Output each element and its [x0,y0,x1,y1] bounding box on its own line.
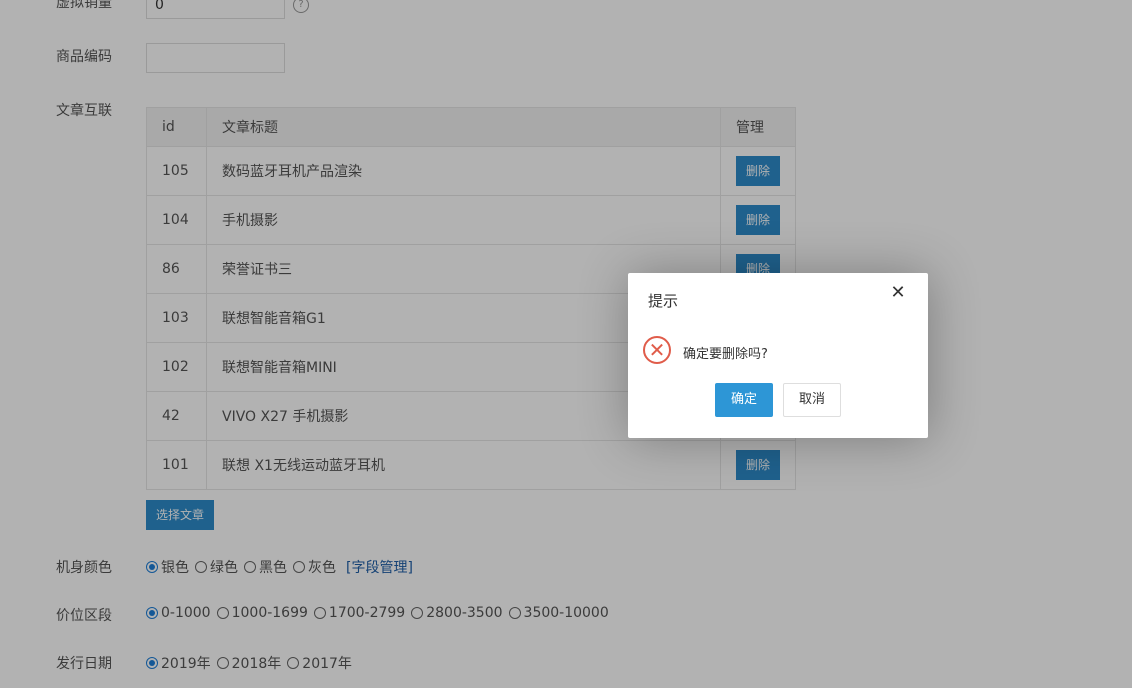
cancel-button[interactable]: 取消 [783,383,841,417]
confirm-button[interactable]: 确定 [715,383,773,417]
dialog-title: 提示 [648,292,679,310]
close-icon[interactable]: ✕ [890,284,906,302]
modal-overlay[interactable] [0,0,1132,688]
dialog-message: 确定要删除吗? [683,347,768,362]
error-icon: ✕ [643,336,671,364]
confirm-dialog: 提示 ✕ ✕ 确定要删除吗? 确定 取消 [628,273,928,438]
